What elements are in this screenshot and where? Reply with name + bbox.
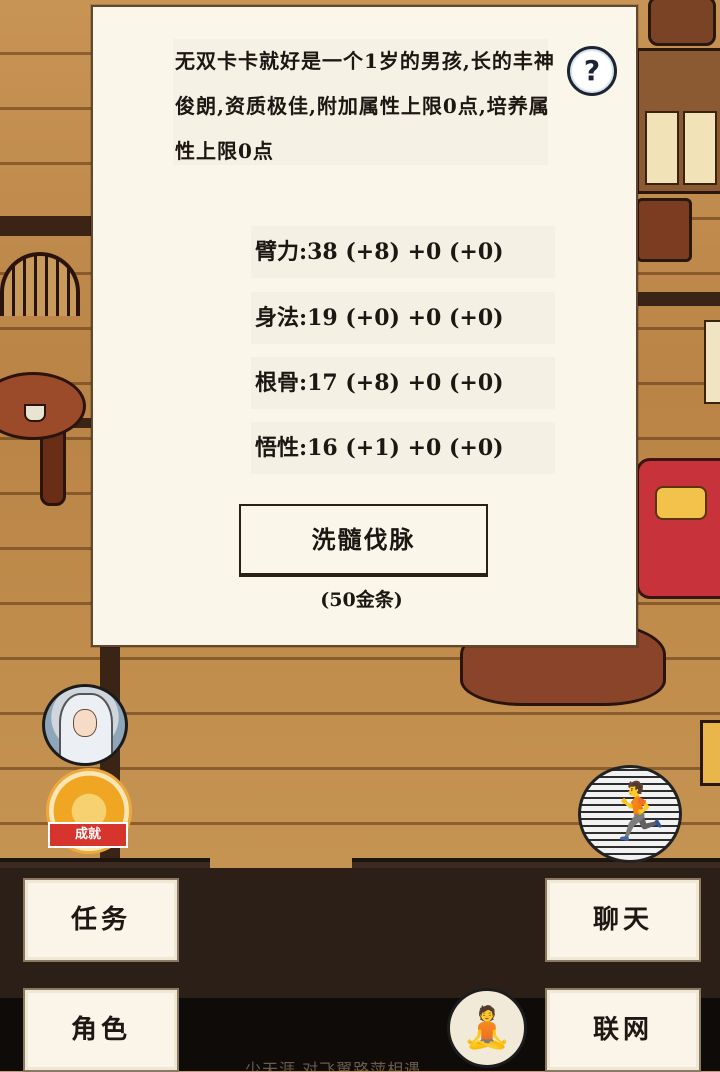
red-sofa bbox=[636, 458, 720, 599]
task-button[interactable]: 任务 bbox=[23, 878, 179, 962]
network-button[interactable]: 联网 bbox=[545, 988, 701, 1072]
cabinet-panel bbox=[683, 111, 717, 185]
attribute-dialog: 无双卡卡就好是一个1岁的男孩,长的丰神俊朗,资质极佳,附加属性上限0点,培养属性… bbox=[91, 5, 638, 647]
refine-cost: (50金条) bbox=[320, 589, 403, 611]
runner-glyph: 🏃 bbox=[603, 780, 673, 845]
cabinet bbox=[636, 48, 720, 194]
footer-ticker-text: 少天涯 对飞翼路萍相遇 bbox=[245, 1060, 422, 1071]
lantern bbox=[700, 720, 720, 786]
cabinet-panel bbox=[645, 111, 679, 185]
stat-comprehension: 悟性:16 (+1) +0 (+0) bbox=[251, 422, 555, 474]
portrait-face bbox=[73, 709, 97, 737]
stat-agility: 身法:19 (+0) +0 (+0) bbox=[251, 292, 555, 344]
character-description: 无双卡卡就好是一个1岁的男孩,长的丰神俊朗,资质极佳,附加属性上限0点,培养属性… bbox=[175, 49, 555, 163]
barrel bbox=[648, 0, 716, 46]
stat-constitution: 根骨:17 (+8) +0 (+0) bbox=[251, 357, 555, 409]
chat-button[interactable]: 聊天 bbox=[545, 878, 701, 962]
wall-beam bbox=[0, 216, 92, 236]
role-button[interactable]: 角色 bbox=[23, 988, 179, 1072]
meditation-icon[interactable]: 🧘 bbox=[447, 988, 527, 1068]
wall-beam bbox=[634, 292, 720, 306]
refine-marrow-button[interactable]: 洗髓伐脉 bbox=[239, 504, 488, 575]
achievement-label[interactable]: 成就 bbox=[48, 822, 128, 848]
character-portrait-icon[interactable] bbox=[42, 684, 128, 766]
question-mark-icon[interactable]: ? bbox=[567, 46, 617, 96]
running-figure-icon[interactable]: 🏃 bbox=[578, 765, 682, 863]
chest bbox=[636, 198, 692, 262]
wall-scroll bbox=[704, 320, 720, 404]
cushion bbox=[655, 486, 707, 520]
tea-cup bbox=[24, 404, 46, 422]
stat-strength: 臂力:38 (+8) +0 (+0) bbox=[251, 226, 555, 278]
